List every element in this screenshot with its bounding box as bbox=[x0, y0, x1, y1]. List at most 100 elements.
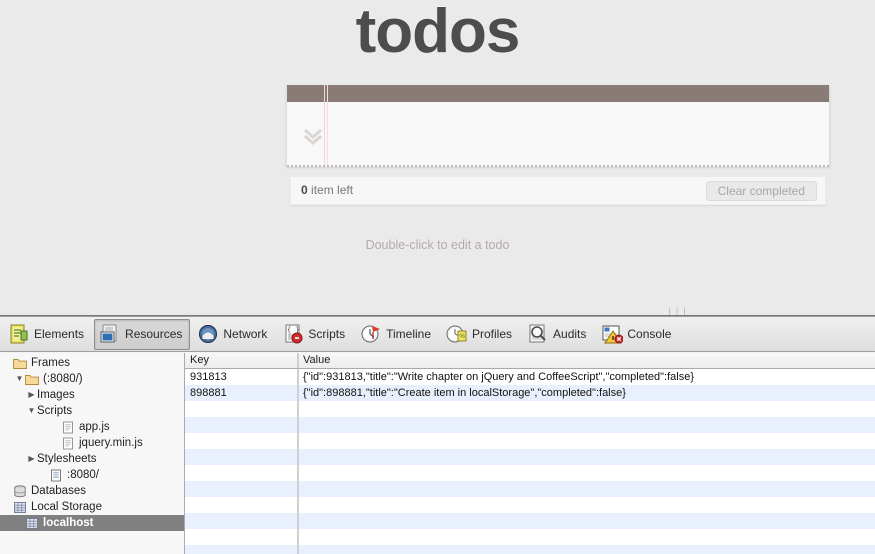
svg-text:%: % bbox=[460, 334, 466, 340]
sidebar-item-localhost[interactable]: localhost bbox=[0, 515, 184, 531]
sidebar-item-jquery-min-js[interactable]: jquery.min.js bbox=[0, 435, 184, 451]
todo-footer: 0 item left Clear completed bbox=[290, 177, 826, 205]
devtools-tab-label: Timeline bbox=[386, 327, 431, 341]
sidebar-item-label: Stylesheets bbox=[37, 453, 97, 465]
sidebar-item-8080[interactable]: ▼ (:8080/) bbox=[0, 371, 184, 387]
column-header-key[interactable]: Key bbox=[185, 353, 298, 368]
chevron-double-down-icon[interactable] bbox=[299, 127, 327, 149]
resources-icon bbox=[99, 323, 121, 345]
devtools-tab-label: Network bbox=[223, 327, 268, 341]
table-row-empty bbox=[185, 401, 875, 417]
console-icon bbox=[601, 323, 624, 345]
todo-new-item-bar[interactable] bbox=[287, 85, 829, 102]
table-cell-value-empty bbox=[298, 449, 875, 465]
devtools-toolbar: Elements Resources Network { } Scripts T… bbox=[0, 317, 875, 352]
disclosure-triangle-collapsed-icon[interactable]: ▶ bbox=[26, 451, 37, 467]
guideline-right bbox=[327, 85, 328, 167]
todo-count: 0 item left bbox=[301, 183, 353, 197]
resources-sidebar-tree[interactable]: Frames ▼ (:8080/) ▶ Images ▼ Scripts app.js jq… bbox=[0, 353, 185, 554]
audits-icon bbox=[527, 323, 549, 345]
script-file-icon bbox=[61, 421, 75, 434]
sidebar-item-app-js[interactable]: app.js bbox=[0, 419, 184, 435]
storage-grid-icon bbox=[13, 501, 27, 514]
sidebar-item-label: Frames bbox=[31, 357, 70, 369]
edit-hint-text: Double-click to edit a todo bbox=[365, 238, 510, 252]
local-storage-table[interactable]: Key Value 931813 {"id":931813,"title":"Wr… bbox=[185, 353, 875, 554]
table-cell-value-empty bbox=[298, 401, 875, 417]
sidebar-item-frames[interactable]: Frames bbox=[0, 355, 184, 371]
table-row-empty bbox=[185, 481, 875, 497]
table-cell-key-empty bbox=[185, 433, 298, 449]
sidebar-item-databases[interactable]: Databases bbox=[0, 483, 184, 499]
script-file-icon bbox=[61, 437, 75, 450]
database-icon bbox=[13, 484, 27, 498]
disclosure-triangle-collapsed-icon[interactable]: ▶ bbox=[26, 387, 37, 403]
table-cell-key-empty bbox=[185, 513, 298, 529]
table-cell-key-empty bbox=[185, 449, 298, 465]
todo-count-number: 0 bbox=[301, 183, 308, 197]
column-resize-handle[interactable] bbox=[298, 353, 299, 554]
column-header-value[interactable]: Value bbox=[298, 353, 875, 368]
profiles-icon: % bbox=[446, 323, 468, 345]
table-row-empty bbox=[185, 529, 875, 545]
sidebar-item-scripts[interactable]: ▼ Scripts bbox=[0, 403, 184, 419]
devtools-tab-label: Scripts bbox=[308, 327, 346, 341]
table-cell-key-empty bbox=[185, 497, 298, 513]
sidebar-item-label: :8080/ bbox=[67, 469, 99, 481]
devtools-tab-profiles[interactable]: % Profiles bbox=[441, 319, 520, 350]
devtools-tab-network[interactable]: Network bbox=[192, 319, 275, 350]
sidebar-item-label: Databases bbox=[31, 485, 86, 497]
elements-icon bbox=[8, 323, 30, 345]
table-cell-value: {"id":898881,"title":"Create item in loc… bbox=[303, 387, 626, 399]
timeline-icon bbox=[360, 323, 382, 345]
table-cell-key-empty bbox=[185, 417, 298, 433]
page-title: todos bbox=[355, 0, 521, 66]
browser-page-viewport: todos 0 item left Clear completed Double… bbox=[0, 0, 875, 315]
sidebar-item-label: app.js bbox=[79, 421, 110, 433]
table-row-empty bbox=[185, 433, 875, 449]
table-cell-value-empty bbox=[298, 497, 875, 513]
todo-count-label: item left bbox=[307, 183, 354, 197]
table-cell-value-empty bbox=[298, 481, 875, 497]
table-cell-key-empty bbox=[185, 529, 298, 545]
table-cell-key: 898881 bbox=[185, 385, 298, 401]
disclosure-triangle-expanded-icon[interactable]: ▼ bbox=[14, 371, 25, 387]
devtools-tab-label: Elements bbox=[34, 327, 85, 341]
storage-grid-icon bbox=[25, 517, 39, 530]
devtools-tab-scripts[interactable]: { } Scripts bbox=[277, 319, 353, 350]
sidebar-item-label: Scripts bbox=[37, 405, 73, 417]
document-file-icon bbox=[49, 469, 63, 482]
sidebar-item-label: jquery.min.js bbox=[79, 437, 143, 449]
table-cell-value-empty bbox=[298, 513, 875, 529]
devtools-tab-resources[interactable]: Resources bbox=[94, 318, 191, 350]
devtools-tab-console[interactable]: Console bbox=[596, 319, 679, 350]
table-row[interactable]: 931813 {"id":931813,"title":"Write chapte… bbox=[185, 369, 875, 385]
disclosure-triangle-expanded-icon[interactable]: ▼ bbox=[26, 403, 37, 419]
table-row-empty bbox=[185, 417, 875, 433]
table-row-empty bbox=[185, 449, 875, 465]
sidebar-item-label: Images bbox=[37, 389, 75, 401]
folder-icon bbox=[25, 373, 39, 386]
sidebar-item-label: Local Storage bbox=[31, 501, 102, 513]
devtools-tab-timeline[interactable]: Timeline bbox=[355, 319, 439, 350]
devtools-body: Frames ▼ (:8080/) ▶ Images ▼ Scripts app.js jq… bbox=[0, 353, 875, 554]
table-cell-value: {"id":931813,"title":"Write chapter on j… bbox=[303, 371, 694, 383]
table-cell-key-empty bbox=[185, 401, 298, 417]
table-row-empty bbox=[185, 513, 875, 529]
sidebar-item-stylesheets[interactable]: ▶ Stylesheets bbox=[0, 451, 184, 467]
sidebar-item-images[interactable]: ▶ Images bbox=[0, 387, 184, 403]
sidebar-item-label: (:8080/) bbox=[43, 373, 83, 385]
table-cell-value-empty bbox=[298, 417, 875, 433]
devtools-tab-elements[interactable]: Elements bbox=[3, 319, 92, 350]
table-cell-key-empty bbox=[185, 481, 298, 497]
sidebar-item-8080[interactable]: :8080/ bbox=[0, 467, 184, 483]
table-row[interactable]: 898881 {"id":898881,"title":"Create item … bbox=[185, 385, 875, 401]
guideline-left bbox=[324, 85, 325, 167]
sidebar-item-local-storage[interactable]: Local Storage bbox=[0, 499, 184, 515]
devtools-tab-label: Profiles bbox=[472, 327, 513, 341]
clear-completed-button[interactable]: Clear completed bbox=[705, 181, 817, 201]
table-cell-value-empty bbox=[298, 433, 875, 449]
sidebar-item-label: localhost bbox=[43, 517, 94, 529]
devtools-panel: Elements Resources Network { } Scripts T… bbox=[0, 316, 875, 554]
devtools-tab-audits[interactable]: Audits bbox=[522, 319, 594, 350]
